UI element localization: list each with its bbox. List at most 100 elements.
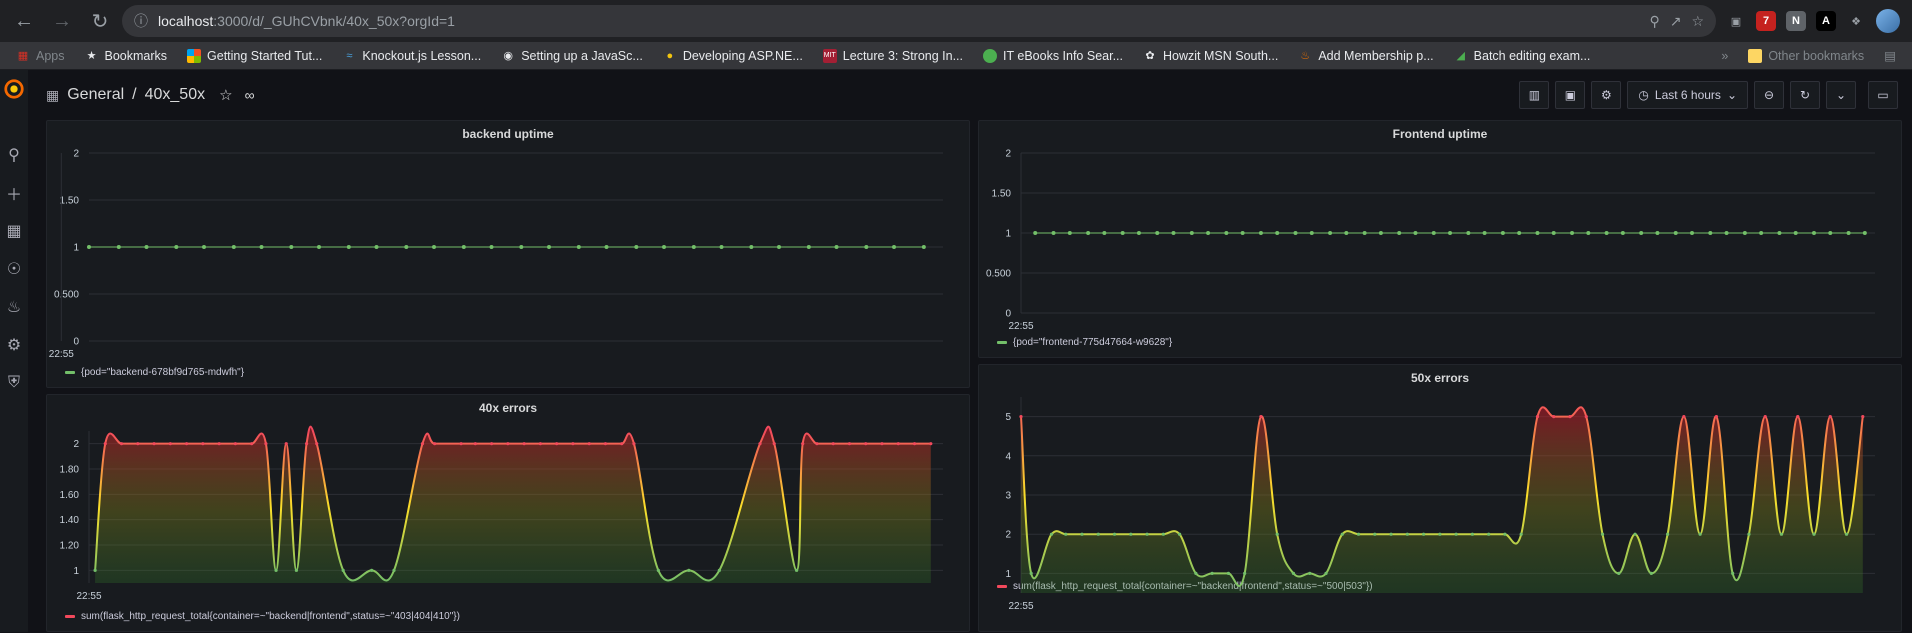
data-point: [152, 442, 156, 446]
data-point: [1470, 532, 1474, 536]
data-point: [815, 442, 819, 446]
data-point: [1714, 415, 1718, 419]
legend-item[interactable]: sum(flask_http_request_total{container=~…: [997, 581, 1373, 592]
data-point: [1178, 532, 1182, 536]
data-point: [806, 245, 811, 249]
data-point: [1796, 415, 1800, 419]
chart-svg: 1234522:3522:4022:4522:5022:55: [1005, 397, 1875, 612]
refresh-button[interactable]: ↻: [1790, 81, 1820, 109]
breadcrumb-folder[interactable]: General: [67, 86, 124, 104]
ext-black-icon[interactable]: A: [1816, 11, 1836, 31]
legend-swatch: [65, 615, 75, 618]
back-button[interactable]: ←: [8, 5, 40, 37]
data-point: [1102, 231, 1107, 235]
address-bar[interactable]: ⓘ localhost:3000/d/_GUhCVbnk/40x_50x?org…: [122, 5, 1716, 37]
data-point: [691, 245, 696, 249]
data-point: [1340, 532, 1344, 536]
plus-icon[interactable]: ＋: [0, 174, 28, 212]
legend-item[interactable]: sum(flask_http_request_total{container=~…: [65, 611, 460, 622]
grafana-logo-icon[interactable]: [3, 78, 25, 100]
y-tick-label: 0: [73, 337, 79, 348]
bookmark-apps[interactable]: ▦ Apps: [8, 47, 73, 65]
data-point: [274, 568, 278, 572]
panel-frontend-uptime[interactable]: Frontend uptime {pod="frontend-775d47664…: [978, 120, 1902, 358]
data-point: [1309, 231, 1314, 235]
ext-grey-icon[interactable]: N: [1786, 11, 1806, 31]
panel-40x-errors[interactable]: 40x errors sum(flask_http_request_total{…: [46, 394, 970, 632]
bookmark-label: Knockout.js Lesson...: [362, 48, 482, 63]
forward-button[interactable]: →: [46, 5, 78, 37]
data-point: [250, 442, 254, 446]
profile-avatar[interactable]: [1876, 9, 1900, 33]
share-icon[interactable]: ∞: [245, 87, 255, 103]
reload-button[interactable]: ↻: [84, 5, 116, 37]
data-point: [749, 245, 754, 249]
bookmark-batch-editing[interactable]: ◢ Batch editing exam...: [1446, 47, 1599, 65]
bookmark-label: Apps: [36, 48, 65, 63]
add-panel-button[interactable]: ▥: [1519, 81, 1550, 109]
save-dashboard-button[interactable]: ▣: [1555, 81, 1586, 109]
share-icon[interactable]: ↗: [1670, 13, 1682, 30]
reading-list-icon[interactable]: ▤: [1876, 46, 1904, 65]
data-point: [896, 442, 900, 446]
bookmark-getting-started[interactable]: Getting Started Tut...: [179, 47, 330, 65]
panel-50x-errors[interactable]: 50x errors sum(flask_http_request_total{…: [978, 364, 1902, 632]
star-icon[interactable]: ☆: [219, 86, 232, 104]
search-icon[interactable]: ⚲: [0, 136, 28, 174]
data-point: [294, 568, 298, 572]
bookmark-javascript[interactable]: ◉ Setting up a JavaSc...: [493, 47, 651, 65]
ext-red-icon[interactable]: 7: [1756, 11, 1776, 31]
save-icon: ▣: [1564, 88, 1577, 102]
view-mode-button[interactable]: ▭: [1868, 81, 1898, 109]
zoom-icon[interactable]: ⚲: [1649, 13, 1659, 30]
data-point: [1466, 231, 1471, 235]
data-point: [1224, 231, 1229, 235]
panel-title[interactable]: 40x errors: [47, 401, 969, 415]
data-point: [1500, 231, 1505, 235]
globe-icon: ◉: [503, 50, 513, 62]
panel-title[interactable]: 50x errors: [979, 371, 1901, 385]
bookmark-aspnet[interactable]: ● Developing ASP.NE...: [655, 47, 811, 65]
y-tick-label: 5: [1005, 412, 1011, 423]
panel-title[interactable]: backend uptime: [47, 127, 969, 141]
dashboard-title[interactable]: 40x_50x: [145, 86, 206, 104]
refresh-interval-button[interactable]: ⌄: [1826, 81, 1856, 109]
series-line: [1020, 406, 1864, 587]
dashboards-grid-icon[interactable]: ▦: [0, 212, 28, 250]
legend-item[interactable]: {pod="frontend-775d47664-w9628"}: [997, 337, 1172, 348]
explore-compass-icon[interactable]: ☉: [0, 250, 28, 288]
panel-title[interactable]: Frontend uptime: [979, 127, 1901, 141]
bookmark-msn[interactable]: ✿ Howzit MSN South...: [1135, 47, 1286, 65]
data-point: [604, 245, 609, 249]
screenshot-ext-icon[interactable]: ▣: [1726, 11, 1746, 31]
puzzle-icon[interactable]: ❖: [1846, 11, 1866, 31]
data-point: [1161, 532, 1165, 536]
data-point: [506, 442, 510, 446]
bookmark-other[interactable]: Other bookmarks: [1740, 47, 1872, 65]
bookmarks-overflow-icon[interactable]: »: [1713, 47, 1736, 65]
panel-backend-uptime[interactable]: backend uptime {pod="backend-678bf9d765-…: [46, 120, 970, 388]
info-icon: ⓘ: [134, 13, 148, 29]
alerting-bell-icon[interactable]: ♨: [0, 288, 28, 326]
bookmark-star-icon[interactable]: ☆: [1691, 13, 1704, 30]
dashboard-settings-button[interactable]: ⚙: [1591, 81, 1622, 109]
bookmark-lecture[interactable]: MIT Lecture 3: Strong In...: [815, 47, 971, 65]
y-tick-label: 1: [73, 566, 79, 577]
data-point: [1397, 231, 1402, 235]
server-admin-shield-icon[interactable]: ⛨: [0, 364, 28, 402]
data-point: [1259, 415, 1263, 419]
bookmark-membership[interactable]: ♨ Add Membership p...: [1290, 47, 1441, 65]
bookmark-label: Bookmarks: [104, 48, 168, 63]
legend-item[interactable]: {pod="backend-678bf9d765-mdwfh"}: [65, 367, 244, 378]
browser-toolbar: ← → ↻ ⓘ localhost:3000/d/_GUhCVbnk/40x_5…: [0, 0, 1912, 42]
bookmark-knockout[interactable]: ≈ Knockout.js Lesson...: [334, 47, 489, 65]
zoom-out-button[interactable]: ⊖: [1754, 81, 1784, 109]
bookmark-bookmarks[interactable]: ★ Bookmarks: [77, 47, 176, 65]
data-point: [795, 568, 799, 572]
data-point: [1828, 231, 1833, 235]
configuration-gear-icon[interactable]: ⚙: [0, 326, 28, 364]
time-picker-button[interactable]: ◷ Last 6 hours ⌄: [1627, 81, 1748, 109]
data-point: [1438, 532, 1442, 536]
bookmark-itebooks[interactable]: IT eBooks Info Sear...: [975, 47, 1131, 65]
data-point: [1747, 532, 1751, 536]
